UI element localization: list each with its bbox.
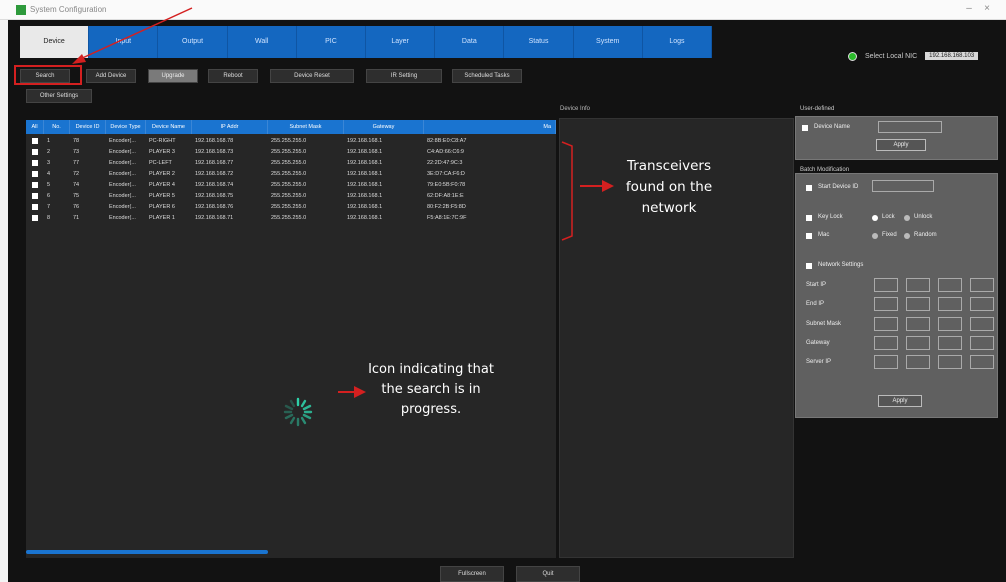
pointer-arrow-icon xyxy=(72,7,193,64)
annotation-overlay xyxy=(72,7,614,398)
annotation-line: network xyxy=(641,200,697,216)
annotation-line: found on the xyxy=(625,179,713,195)
spinner-annotation: Icon indicating that the search is in pr… xyxy=(356,360,506,420)
transceivers-annotation: Transceivers found on the network xyxy=(604,156,734,219)
annotation-line: Icon indicating that xyxy=(368,362,494,377)
annotation-line: Transceivers xyxy=(626,158,712,174)
bracket-annotation xyxy=(561,141,573,241)
annotation-line: the search is in xyxy=(381,382,481,397)
annotation-line: progress. xyxy=(400,402,462,417)
